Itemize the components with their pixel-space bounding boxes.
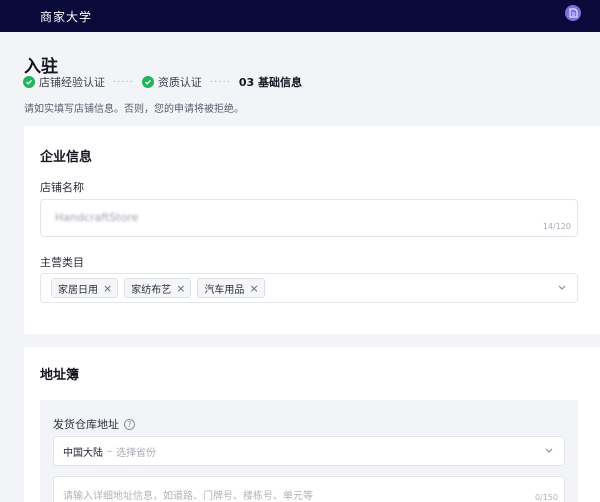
address-detail-input[interactable]: 请输入详细地址信息，如道路、门牌号、楼栋号、单元等 0/150 [53,476,565,502]
step-label: 店铺经验认证 [39,76,105,89]
char-counter: 14/120 [542,222,571,231]
category-select[interactable]: 家居日用 × 家纺布艺 × 汽车用品 × [40,273,578,303]
address-detail-placeholder: 请输入详细地址信息，如道路、门牌号、楼栋号、单元等 [63,491,313,502]
tag-label: 家居日用 [58,284,98,296]
help-icon[interactable]: ? [124,418,135,430]
step-label: 资质认证 [157,76,202,89]
store-name-input[interactable]: HandcraftStore 14/120 [40,199,578,237]
label-text: 发货仓库地址 [53,418,119,431]
close-icon[interactable]: × [103,282,112,295]
tag-label: 家纺布艺 [131,284,172,296]
store-name-value: HandcraftStore [55,211,139,224]
page-header: 入驻 店铺经验认证 ····· 资质认证 ····· 03 基础信息 请如实填写… [0,32,600,120]
warehouse-address-label: 发货仓库地址 ? [53,416,135,432]
category-label: 主营类目 [40,256,84,269]
check-icon [23,76,35,88]
step-indicator: 店铺经验认证 ····· 资质认证 ····· 03 基础信息 [23,74,302,90]
section-title: 企业信息 [40,150,93,165]
notice-text: 请如实填写店铺信息。否则，您的申请将被拒绝。 [24,104,244,115]
category-tag: 汽车用品 × [197,278,265,298]
country-value: 中国大陆 [63,447,103,459]
region-separator: – [107,445,112,457]
category-tag: 家纺布艺 × [124,278,192,298]
category-tag: 家居日用 × [51,278,119,298]
address-book-card: 地址簿 发货仓库地址 ? 中国大陆 – 选择省份 请输入详细地址信息，如道路、门… [24,347,600,502]
top-bar: 商家大学 [0,0,600,32]
chevron-down-icon[interactable] [544,445,554,455]
step-label: 03 基础信息 [238,76,302,89]
company-info-card: 企业信息 店铺名称 HandcraftStore 14/120 主营类目 家居日… [24,126,600,334]
section-title: 地址簿 [40,368,80,383]
step-1: 店铺经验认证 [23,74,105,90]
close-icon[interactable]: × [249,282,258,295]
warehouse-address-panel: 发货仓库地址 ? 中国大陆 – 选择省份 请输入详细地址信息，如道路、门牌号、楼… [40,400,578,502]
chevron-down-icon[interactable] [557,282,567,292]
user-avatar[interactable] [565,5,581,21]
province-placeholder: 选择省份 [116,447,156,459]
check-icon [141,76,154,88]
step-2: 资质认证 [141,74,202,90]
region-select[interactable]: 中国大陆 – 选择省份 [53,436,565,466]
document-icon [569,8,577,18]
char-counter: 0/150 [534,493,558,502]
tag-label: 汽车用品 [204,284,245,296]
app-title: 商家大学 [40,9,93,24]
step-separator: ····· [113,76,134,88]
step-separator: ····· [209,76,231,88]
store-name-label: 店铺名称 [40,181,84,194]
close-icon[interactable]: × [176,282,185,295]
step-3: 03 基础信息 [239,74,302,90]
